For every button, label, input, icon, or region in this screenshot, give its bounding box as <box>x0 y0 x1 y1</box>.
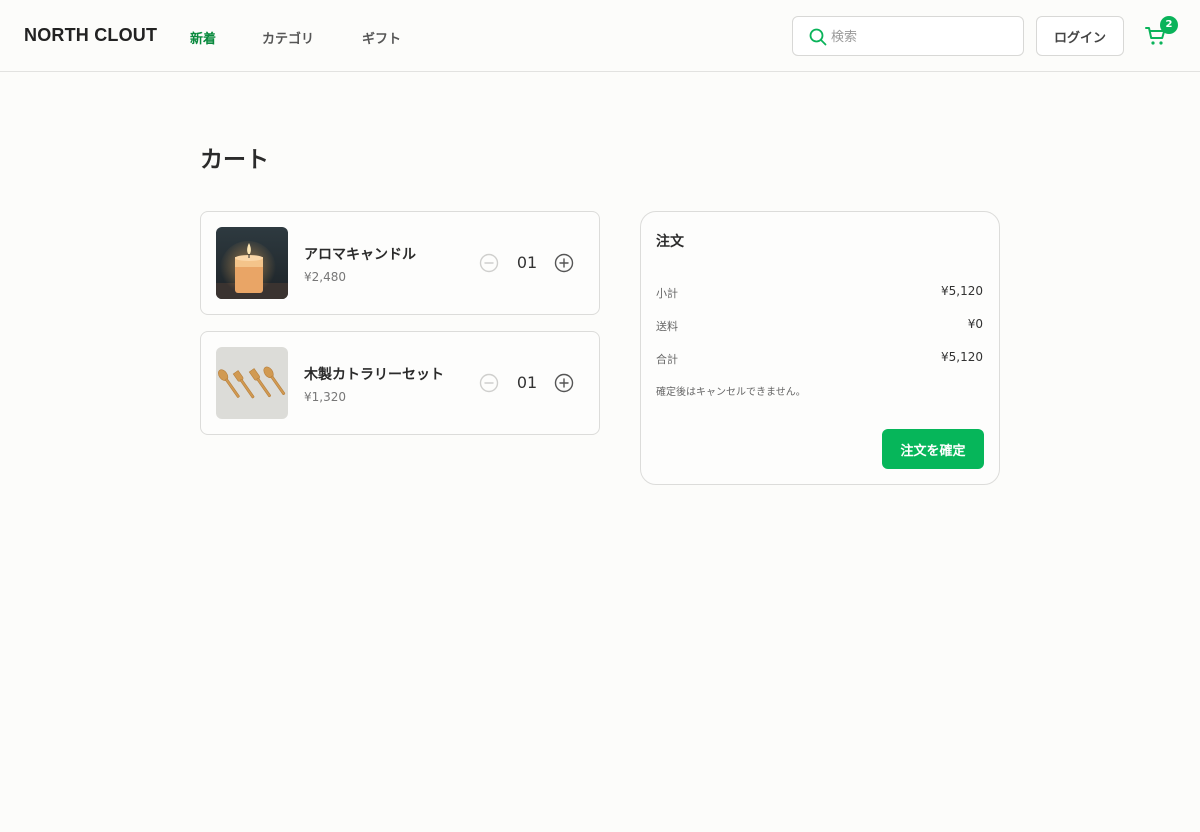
plus-circle-icon[interactable] <box>554 253 574 273</box>
item-name[interactable]: アロマキャンドル <box>304 244 416 264</box>
search-input[interactable] <box>831 26 1011 48</box>
summary-title: 注文 <box>656 234 684 250</box>
wooden-cutlery-photo <box>216 347 288 419</box>
quantity-value: 01 <box>516 253 538 272</box>
nav-gift[interactable]: ギフト <box>362 28 401 47</box>
minus-circle-icon[interactable] <box>479 253 499 273</box>
candle-photo <box>216 227 288 299</box>
nav-new[interactable]: 新着 <box>190 28 216 47</box>
nav-category[interactable]: カテゴリ <box>262 28 314 47</box>
minus-circle-icon[interactable] <box>479 373 499 393</box>
shipping-value: ¥0 <box>967 317 983 331</box>
plus-circle-icon[interactable] <box>554 373 574 393</box>
item-price: ¥2,480 <box>304 270 346 284</box>
item-price: ¥1,320 <box>304 390 346 404</box>
cart-count-badge: 2 <box>1160 16 1178 34</box>
search-icon <box>809 28 827 46</box>
cancel-note: 確定後はキャンセルできません。 <box>656 387 806 398</box>
cart-item: 木製カトラリーセット ¥1,320 01 <box>200 331 600 435</box>
login-button[interactable]: ログイン <box>1036 16 1124 56</box>
page-title: カート <box>200 147 269 173</box>
site-header: NORTH CLOUT 新着 カテゴリ ギフト ログイン 2 <box>0 0 1200 72</box>
search-box <box>792 16 1024 56</box>
order-summary: 注文 小計 ¥5,120 送料 ¥0 合計 ¥5,120 確定後はキャンセルでき… <box>640 211 1000 485</box>
total-label: 合計 <box>656 353 678 366</box>
item-name[interactable]: 木製カトラリーセット <box>304 364 444 384</box>
confirm-order-button[interactable]: 注文を確定 <box>882 429 984 469</box>
subtotal-value: ¥5,120 <box>941 284 983 298</box>
total-value: ¥5,120 <box>941 350 983 364</box>
brand-logo[interactable]: NORTH CLOUT <box>24 25 157 46</box>
subtotal-label: 小計 <box>656 287 678 300</box>
cart-item: アロマキャンドル ¥2,480 01 <box>200 211 600 315</box>
quantity-value: 01 <box>516 373 538 392</box>
shipping-label: 送料 <box>656 320 678 333</box>
